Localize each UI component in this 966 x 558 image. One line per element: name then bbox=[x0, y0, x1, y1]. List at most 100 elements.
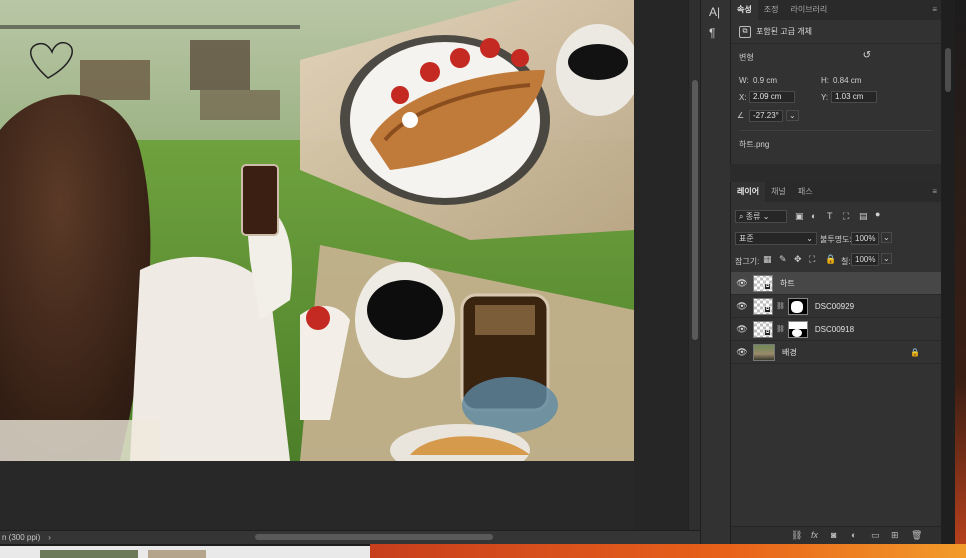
tab-channels[interactable]: 채널 bbox=[765, 182, 792, 202]
layer-filter-label: 종류 bbox=[745, 212, 761, 221]
visibility-eye-icon[interactable]: 👁 bbox=[731, 301, 753, 312]
layer-filter-select[interactable]: ⌕ 종류 ⌄ bbox=[735, 210, 787, 223]
lock-image-icon[interactable]: ✎ bbox=[779, 254, 787, 265]
scroll-thumb[interactable] bbox=[692, 80, 698, 340]
visibility-eye-icon[interactable]: 👁 bbox=[731, 347, 753, 358]
canvas-pasteboard bbox=[634, 0, 688, 530]
panel-icon-strip: A| ¶ bbox=[700, 0, 730, 544]
canvas-horizontal-scroll-thumb[interactable] bbox=[255, 534, 493, 540]
layer-row-heart[interactable]: 👁 ⧉ 하트 bbox=[731, 272, 942, 295]
doc-resolution-text: n (300 ppi) bbox=[2, 533, 41, 542]
filter-smart-object-icon[interactable]: ▤ bbox=[859, 211, 868, 222]
layer-mask-thumbnail[interactable] bbox=[787, 297, 808, 315]
x-position-field[interactable]: 2.09 cm bbox=[749, 91, 795, 103]
smart-object-badge-icon: ⧉ bbox=[764, 328, 771, 336]
desktop-wallpaper-edge bbox=[955, 0, 966, 544]
angle-dropdown-chevron-icon[interactable]: ⌄ bbox=[786, 110, 799, 121]
properties-scroll-thumb[interactable] bbox=[945, 48, 951, 92]
properties-divider bbox=[739, 130, 933, 131]
y-label: Y: bbox=[821, 93, 829, 102]
blend-mode-select[interactable]: 표준 ⌄ bbox=[735, 232, 817, 245]
search-icon: ⌕ bbox=[739, 212, 744, 221]
link-layers-icon[interactable]: ⛓ bbox=[791, 530, 802, 541]
canvas-vertical-scrollbar[interactable] bbox=[688, 0, 700, 530]
tab-adjustments[interactable]: 조정 bbox=[758, 0, 785, 20]
opacity-field[interactable]: 100% bbox=[851, 232, 879, 245]
mask-link-icon[interactable]: ⛓ bbox=[776, 302, 785, 310]
lock-all-icon[interactable]: 🔒 bbox=[825, 254, 836, 265]
fill-field[interactable]: 100% bbox=[851, 253, 879, 266]
object-type-row: ⧉ 포함된 고급 개체 bbox=[731, 20, 941, 44]
new-group-folder-icon[interactable]: ▭ bbox=[871, 530, 880, 541]
filter-shape-icon[interactable]: ⛶ bbox=[843, 211, 849, 222]
smart-object-icon: ⧉ bbox=[739, 25, 751, 38]
filter-adjustment-icon[interactable]: ◐ bbox=[811, 211, 816, 221]
adjustment-layer-icon[interactable]: ◐ bbox=[851, 530, 856, 540]
dock-thumb-2[interactable] bbox=[148, 550, 206, 558]
new-layer-icon[interactable]: ⊞ bbox=[891, 530, 899, 541]
panel-right-edge bbox=[941, 0, 966, 544]
dock-thumb-1[interactable] bbox=[40, 550, 138, 558]
opacity-label: 불투명도: bbox=[820, 235, 852, 244]
mask-link-icon[interactable]: ⛓ bbox=[776, 325, 785, 333]
add-mask-icon[interactable]: ◙ bbox=[831, 530, 836, 540]
chevron-down-icon: ⌄ bbox=[762, 212, 770, 221]
angle-icon: ∠ bbox=[737, 111, 745, 120]
layer-row-background[interactable]: 👁 배경 🔒 bbox=[731, 341, 942, 364]
filter-toggle-icon[interactable]: ● bbox=[875, 209, 880, 219]
layer-row-dsc00918[interactable]: 👁 ⧉ ⛓ DSC00918 bbox=[731, 318, 942, 341]
filter-type-icon[interactable]: T bbox=[827, 211, 833, 221]
desktop-wallpaper bbox=[370, 544, 966, 558]
layer-name[interactable]: DSC00918 bbox=[815, 325, 854, 334]
layer-row-dsc00929[interactable]: 👁 ⧉ ⛓ DSC00929 bbox=[731, 295, 942, 318]
character-panel-icon[interactable]: A| bbox=[709, 5, 720, 19]
layer-thumbnail: ⧉ bbox=[753, 274, 773, 292]
trash-icon[interactable]: 🗑 bbox=[911, 530, 922, 541]
visibility-eye-icon[interactable]: 👁 bbox=[731, 278, 753, 289]
layers-menu-icon[interactable]: ≡ bbox=[932, 187, 937, 196]
layer-mask-thumbnail[interactable] bbox=[787, 320, 808, 338]
x-label: X: bbox=[739, 93, 747, 102]
y-position-field[interactable]: 1.03 cm bbox=[831, 91, 877, 103]
smart-object-badge-icon: ⧉ bbox=[764, 282, 771, 290]
tab-paths[interactable]: 패스 bbox=[792, 182, 819, 202]
paragraph-panel-icon[interactable]: ¶ bbox=[709, 26, 715, 40]
w-value[interactable]: 0.9 cm bbox=[753, 76, 777, 85]
transform-section: 변형 ↺ bbox=[731, 44, 941, 67]
dock-strip bbox=[0, 544, 966, 558]
panel-menu-icon[interactable]: ≡ bbox=[932, 5, 937, 14]
lock-artboard-icon[interactable]: ⛶ bbox=[809, 254, 815, 265]
tab-libraries[interactable]: 라이브러리 bbox=[784, 0, 833, 20]
document-image[interactable] bbox=[0, 0, 634, 461]
visibility-eye-icon[interactable]: 👁 bbox=[731, 324, 753, 335]
filter-pixel-icon[interactable]: ▣ bbox=[795, 211, 804, 222]
canvas-area[interactable] bbox=[0, 0, 688, 530]
chevron-down-icon: ⌄ bbox=[806, 234, 813, 243]
layer-thumbnail: ⧉ bbox=[753, 297, 773, 315]
layer-name[interactable]: 하트 bbox=[780, 278, 795, 289]
h-label: H: bbox=[821, 76, 829, 85]
fill-chevron-icon[interactable]: ⌄ bbox=[881, 253, 892, 264]
status-menu-chevron-icon[interactable]: › bbox=[48, 533, 51, 542]
layer-thumbnail: ⧉ bbox=[753, 320, 773, 338]
layer-thumbnail bbox=[753, 343, 775, 361]
opacity-chevron-icon[interactable]: ⌄ bbox=[881, 232, 892, 243]
lock-transparent-icon[interactable]: ▦ bbox=[763, 254, 772, 265]
layer-name[interactable]: DSC00929 bbox=[815, 302, 854, 311]
photoshop-window: n (300 ppi) › A| ¶ 속성 조정 라이브러리 ≡ ⧉ 포함된 고… bbox=[0, 0, 966, 558]
lock-position-icon[interactable]: ✥ bbox=[794, 254, 802, 265]
layers-tabs: 레이어 채널 패스 ≡ bbox=[731, 182, 941, 202]
w-label: W: bbox=[739, 76, 749, 85]
reset-transform-icon[interactable]: ↺ bbox=[863, 50, 871, 61]
angle-field[interactable]: -27.23° bbox=[749, 110, 783, 122]
tab-layers[interactable]: 레이어 bbox=[731, 182, 766, 202]
fx-icon[interactable]: fx bbox=[811, 530, 818, 540]
properties-panel: 속성 조정 라이브러리 ≡ ⧉ 포함된 고급 개체 변형 ↺ W: 0.9 cm… bbox=[730, 0, 941, 164]
smart-object-badge-icon: ⧉ bbox=[764, 305, 771, 313]
h-value[interactable]: 0.84 cm bbox=[833, 76, 861, 85]
fill-label: 칠: bbox=[841, 257, 851, 266]
layer-name[interactable]: 배경 bbox=[782, 347, 797, 358]
tab-properties[interactable]: 속성 bbox=[731, 0, 758, 20]
linked-filename: 하트.png bbox=[739, 140, 770, 149]
object-type-label: 포함된 고급 개체 bbox=[756, 27, 812, 36]
